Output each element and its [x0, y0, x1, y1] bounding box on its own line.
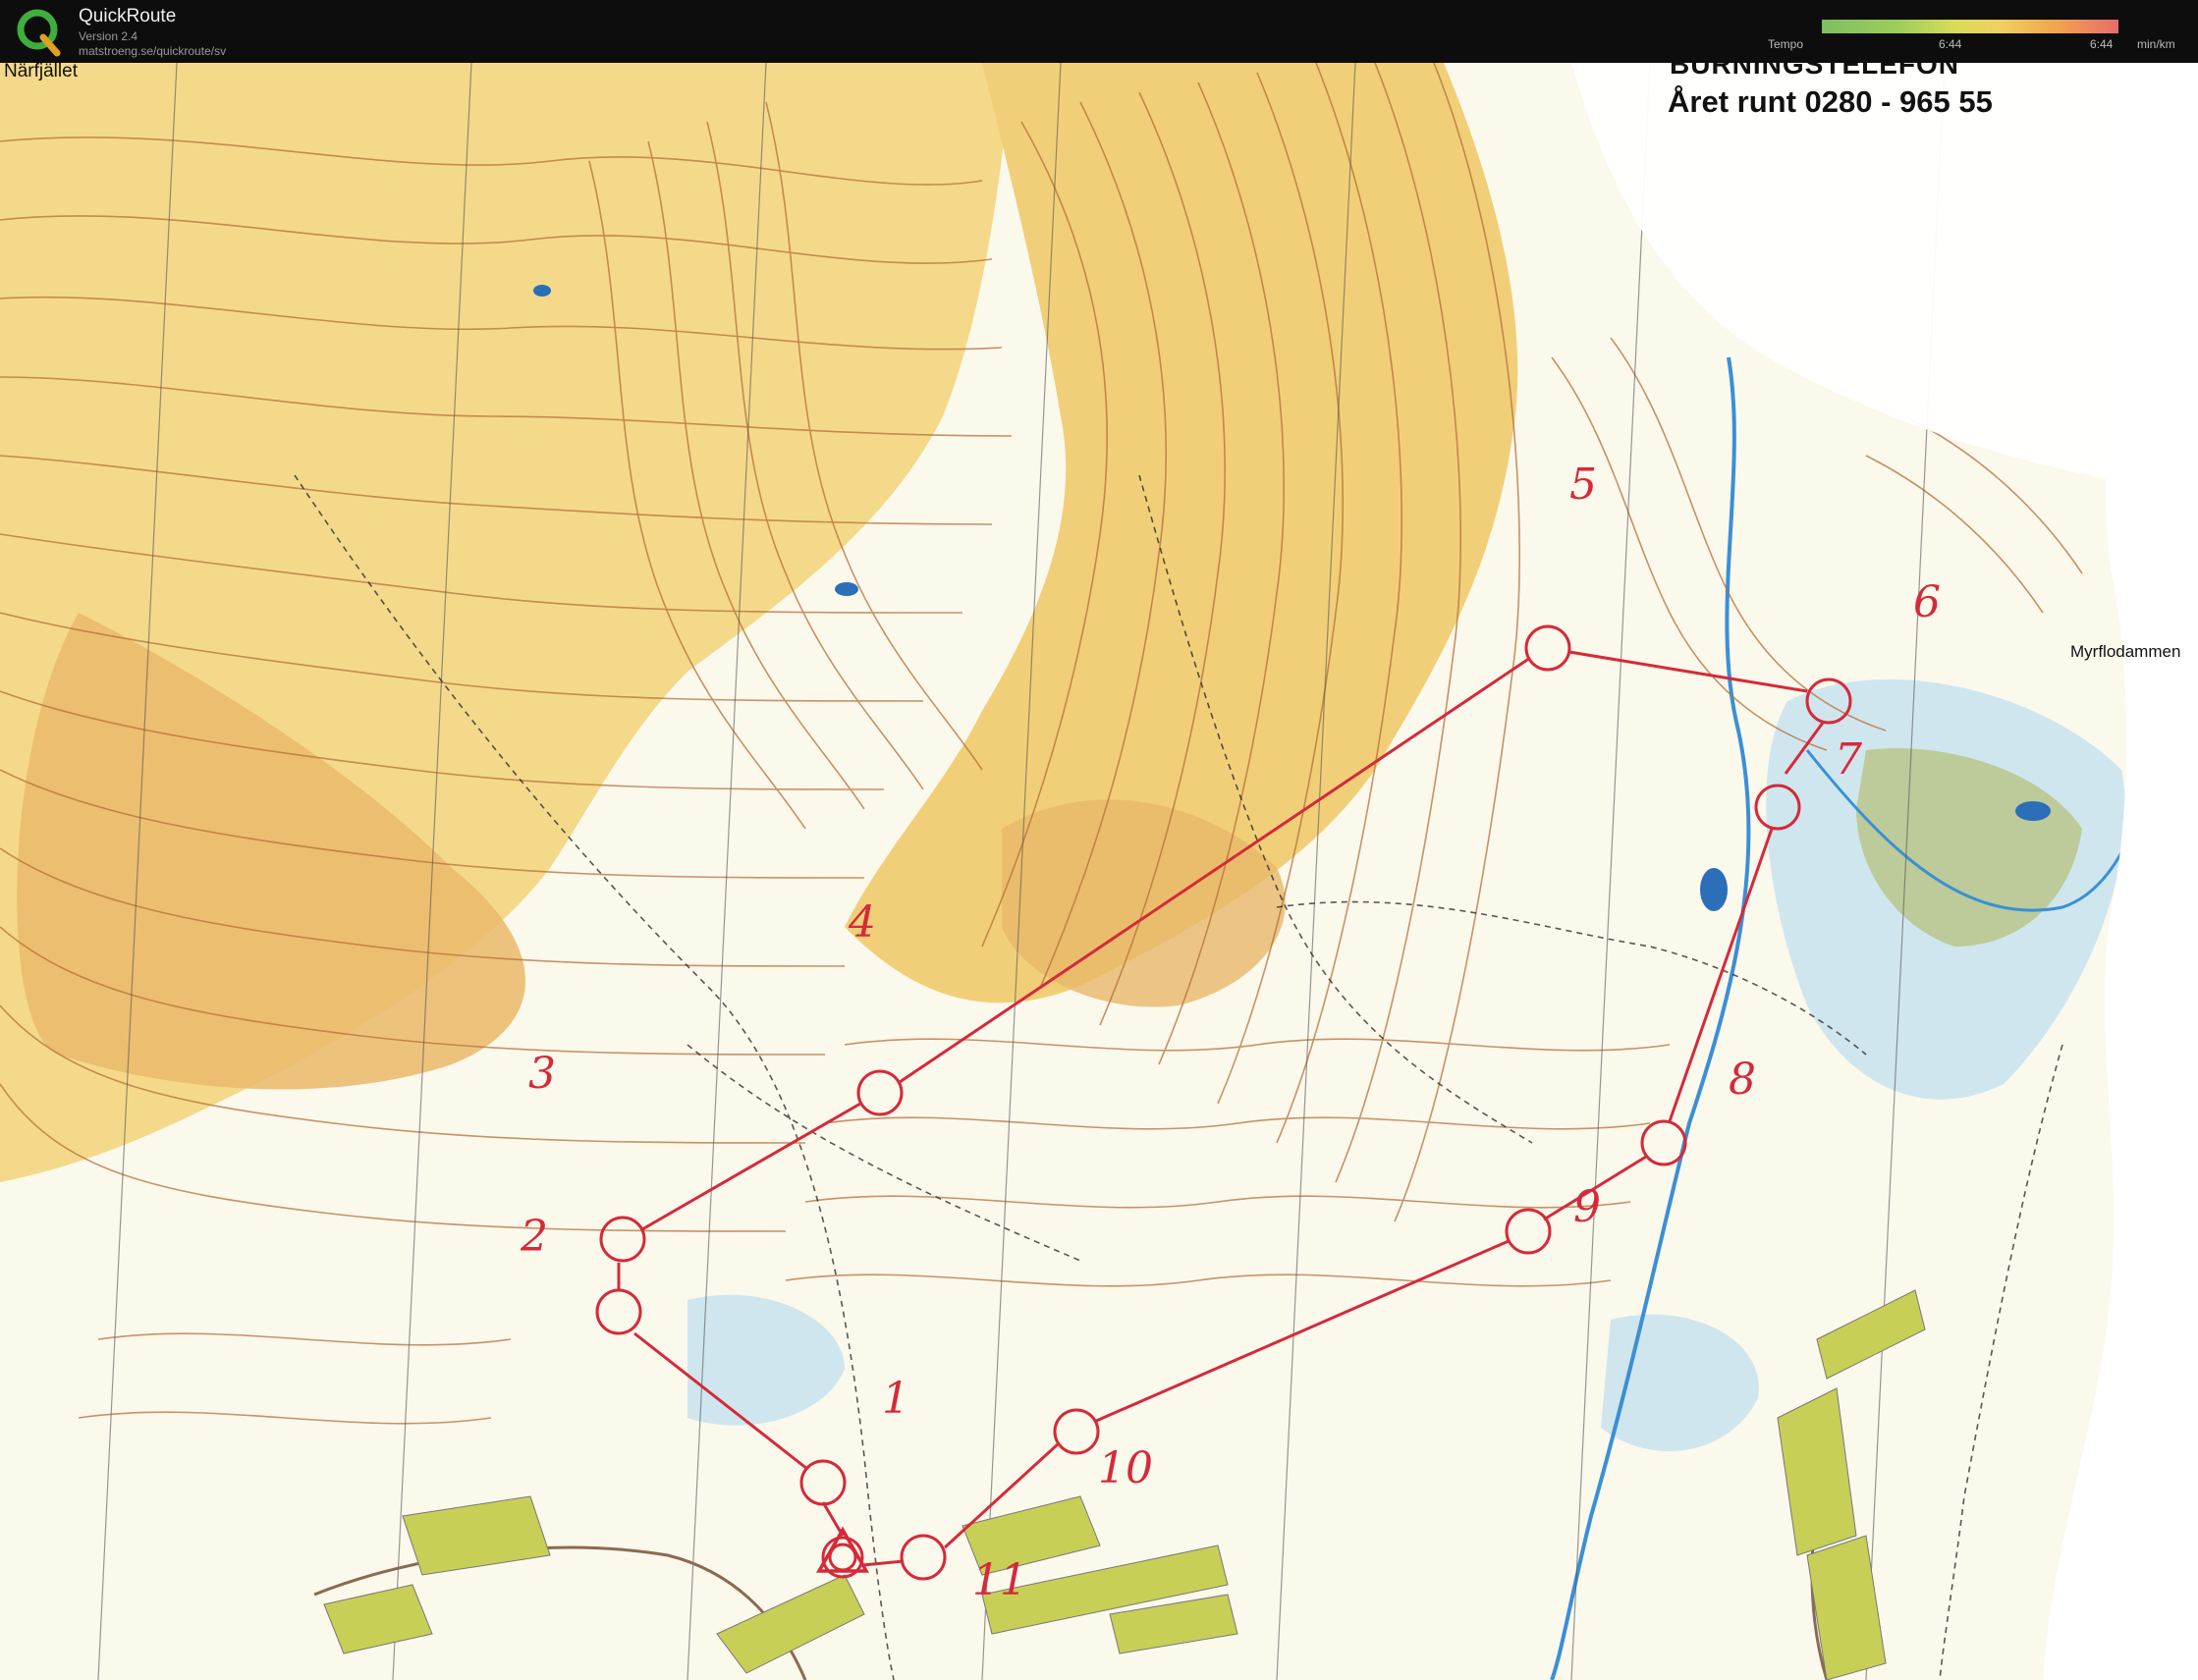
- control-circle-2: [595, 1288, 642, 1335]
- course-leg-11-finish: [861, 1559, 905, 1567]
- control-circle-8: [1640, 1119, 1687, 1166]
- control-circle-11: [900, 1534, 947, 1581]
- map-edge-northeast: [1571, 63, 2198, 495]
- map-artwork: [0, 63, 2198, 1680]
- control-number-8: 8: [1729, 1055, 1756, 1105]
- tempo-tick-left: 6:44: [1939, 37, 1962, 51]
- map-header-partial: BURNINGSTELEFON: [1670, 63, 1959, 80]
- tempo-tick-right: 6:44: [2090, 37, 2114, 51]
- tempo-legend-label: Tempo: [1768, 37, 1804, 51]
- course-leg-start-1: [821, 1501, 845, 1537]
- tempo-unit: min/km: [2137, 37, 2175, 51]
- control-number-10: 10: [1098, 1443, 1153, 1493]
- orienteering-map[interactable]: BURNINGSTELEFON Året runt 0280 - 965 55 …: [0, 63, 2198, 1680]
- lake-myrflodammen: [2015, 801, 2051, 821]
- app-url: matstroeng.se/quickroute/sv: [79, 44, 227, 58]
- control-number-6: 6: [1913, 577, 1941, 627]
- app-version: Version 2.4: [79, 29, 138, 43]
- app-titlebar: QuickRoute Version 2.4 matstroeng.se/qui…: [0, 0, 2198, 63]
- control-number-9: 9: [1573, 1182, 1601, 1232]
- app-title: QuickRoute: [79, 6, 177, 27]
- lake-pond-east: [1700, 868, 1728, 911]
- finish-circle-inner: [828, 1543, 857, 1572]
- marsh-area-south: [687, 1294, 845, 1426]
- course-leg-3-4: [641, 1102, 861, 1231]
- map-header-phone: Året runt 0280 - 965 55: [1668, 84, 1993, 119]
- control-circle-10: [1053, 1408, 1100, 1455]
- place-name-narfjallet: Närfjället: [4, 63, 78, 81]
- control-number-2: 2: [521, 1212, 548, 1262]
- tempo-color-scale: [1822, 20, 2118, 33]
- course-leg-9-10: [1093, 1239, 1510, 1424]
- control-circle-4: [856, 1069, 904, 1116]
- control-number-3: 3: [528, 1049, 556, 1099]
- lake-small-centre: [835, 582, 858, 596]
- control-circle-5: [1524, 624, 1571, 672]
- control-circle-3: [599, 1216, 646, 1263]
- quickroute-logo-icon: [17, 9, 61, 57]
- control-number-5: 5: [1569, 460, 1597, 510]
- control-number-4: 4: [849, 897, 876, 948]
- control-number-11: 11: [972, 1555, 1027, 1605]
- control-number-1: 1: [882, 1374, 909, 1424]
- course-start-triangle: [815, 1526, 870, 1573]
- lake-small-north: [533, 285, 551, 297]
- control-circle-9: [1505, 1208, 1552, 1255]
- place-name-myrflodammen: Myrflodammen: [2070, 642, 2181, 661]
- control-number-7: 7: [1835, 734, 1862, 785]
